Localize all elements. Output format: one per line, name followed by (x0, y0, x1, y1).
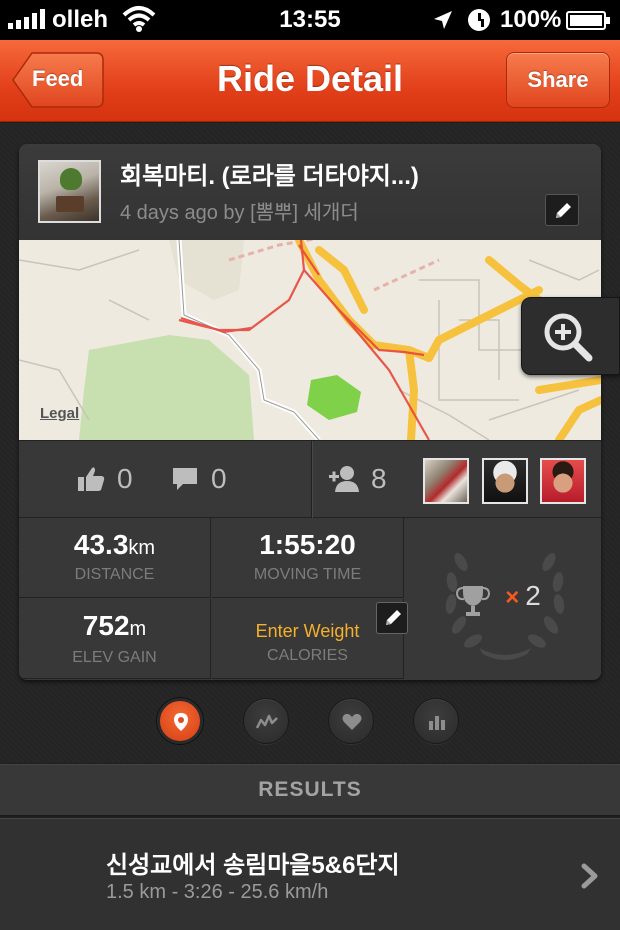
route-map[interactable]: Legal (19, 240, 601, 440)
zoom-in-icon (544, 313, 593, 362)
achievements-count-line: × 2 (409, 580, 601, 612)
status-bar: olleh 13:55 100% (0, 0, 620, 40)
edit-weight-button[interactable] (376, 602, 408, 634)
calories-label: CALORIES (267, 647, 348, 664)
results-header: RESULTS (0, 764, 620, 816)
social-divider (311, 441, 312, 519)
moving-time-label: MOVING TIME (253, 566, 362, 583)
group-rider-avatar[interactable] (423, 458, 469, 504)
moving-time-value: 1:55:20 (259, 529, 356, 560)
add-athlete-icon (329, 466, 359, 492)
map-pin-icon (174, 713, 188, 731)
tab-heart-rate[interactable] (328, 698, 374, 744)
edit-ride-button[interactable] (545, 194, 579, 226)
elev-value-line: 752m (19, 610, 210, 642)
tab-segments[interactable] (413, 698, 459, 744)
map-graphic (19, 240, 601, 440)
enter-weight-link[interactable]: Enter Weight (212, 621, 403, 642)
tab-map[interactable] (157, 698, 203, 744)
elev-gain-label: ELEV GAIN (72, 649, 157, 666)
map-legal-link[interactable]: Legal (40, 405, 79, 422)
pencil-icon (386, 610, 401, 625)
ride-subtitle: 4 days ago by [뽐뿌] 세개더 (120, 202, 359, 224)
distance-label: DISTANCE (74, 566, 155, 583)
ride-stats: 43.3km DISTANCE 1:55:20 MOVING TIME 752m… (19, 518, 601, 680)
comment-bubble-icon (173, 468, 197, 490)
multiply-icon: × (505, 584, 520, 611)
segment-detail: 1.5 km - 3:26 - 25.6 km/h (106, 881, 329, 903)
elev-unit: m (129, 618, 147, 640)
achievements-button[interactable]: × 2 (409, 518, 601, 680)
elev-gain-stat: 752m ELEV GAIN (19, 599, 211, 679)
comments-button[interactable]: 0 (171, 463, 227, 495)
kudos-button[interactable]: 0 (77, 463, 133, 495)
ride-title: 회복마티. (로라를 더타야지...) (120, 163, 419, 190)
alarm-clock-icon (468, 9, 490, 31)
achievements-count: 2 (525, 580, 541, 611)
navigation-bar: Feed Ride Detail Share (0, 40, 620, 122)
riders-count: 8 (371, 463, 387, 494)
comments-count: 0 (211, 463, 227, 494)
moving-time-stat: 1:55:20 MOVING TIME (212, 518, 404, 598)
heart-icon (342, 713, 362, 730)
group-riders-button[interactable]: 8 (327, 463, 387, 495)
location-arrow-icon (434, 11, 452, 29)
kudos-count: 0 (117, 463, 133, 494)
zoom-map-button[interactable] (521, 297, 620, 375)
activity-graph-icon (256, 714, 278, 729)
battery-percentage: 100% (500, 6, 562, 33)
distance-value: 43.3 (73, 529, 129, 560)
thumbs-up-icon (78, 467, 105, 491)
ride-header: 회복마티. (로라를 더타야지...) 4 days ago by [뽐뿌] 세… (19, 144, 601, 240)
elev-value: 752 (82, 610, 130, 641)
group-rider-avatar[interactable] (482, 458, 528, 504)
tab-analysis[interactable] (243, 698, 289, 744)
group-rider-avatar[interactable] (540, 458, 586, 504)
distance-value-line: 43.3km (19, 529, 210, 561)
social-row: 0 0 8 (19, 440, 601, 519)
ride-card: 회복마티. (로라를 더타야지...) 4 days ago by [뽐뿌] 세… (19, 144, 601, 680)
athlete-avatar[interactable] (38, 160, 101, 223)
chevron-right-icon (581, 863, 598, 889)
distance-stat: 43.3km DISTANCE (19, 518, 211, 598)
share-button[interactable]: Share (506, 52, 610, 108)
pencil-icon (556, 203, 571, 218)
bar-chart-icon (429, 716, 445, 730)
battery-icon (566, 11, 610, 30)
distance-unit: km (128, 537, 156, 559)
segment-name: 신성교에서 송림마을5&6단지 (106, 852, 400, 879)
segment-result-row[interactable]: 신성교에서 송림마을5&6단지 1.5 km - 3:26 - 25.6 km/… (0, 818, 620, 930)
